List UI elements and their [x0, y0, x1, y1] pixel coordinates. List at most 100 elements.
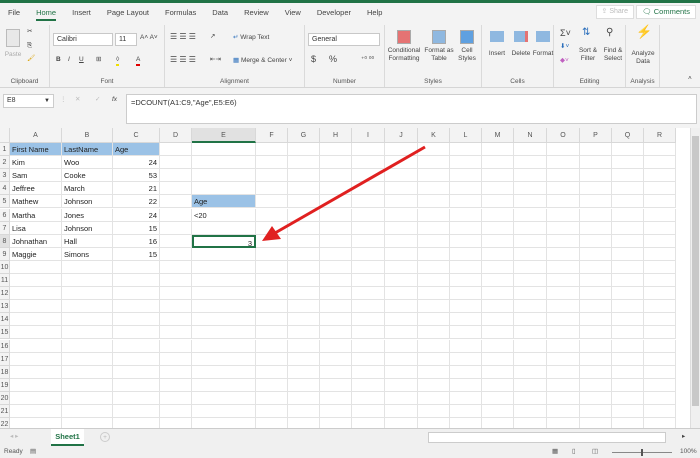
- cell[interactable]: [385, 260, 418, 274]
- paste-button[interactable]: Paste: [3, 51, 23, 59]
- horizontal-align-icons[interactable]: ☰ ☰ ☰: [170, 56, 196, 64]
- cell[interactable]: [644, 247, 676, 261]
- cell[interactable]: [288, 169, 320, 183]
- cell[interactable]: [385, 208, 418, 222]
- cell[interactable]: [10, 287, 62, 301]
- cell[interactable]: [580, 182, 612, 196]
- row-header-16[interactable]: 16: [0, 339, 10, 353]
- sheet-nav-arrows[interactable]: ◂ ▸: [10, 433, 18, 441]
- cell[interactable]: [450, 182, 482, 196]
- menu-tab-help[interactable]: Help: [359, 3, 390, 23]
- cell[interactable]: [385, 195, 418, 209]
- cell[interactable]: [418, 234, 450, 248]
- cell[interactable]: [514, 365, 547, 379]
- bold-button[interactable]: B: [56, 56, 61, 64]
- cell[interactable]: [580, 300, 612, 314]
- wrap-text-button[interactable]: ↵ Wrap Text: [233, 34, 269, 42]
- cell[interactable]: [612, 418, 644, 428]
- column-header-Q[interactable]: Q: [612, 128, 644, 143]
- column-header-F[interactable]: F: [256, 128, 288, 143]
- cell[interactable]: [450, 169, 482, 183]
- cell[interactable]: [160, 313, 192, 327]
- cell[interactable]: [418, 182, 450, 196]
- cell[interactable]: [320, 300, 352, 314]
- cell-B4[interactable]: March: [62, 182, 113, 196]
- cell[interactable]: [62, 260, 113, 274]
- cell[interactable]: [547, 260, 580, 274]
- row-header-18[interactable]: 18: [0, 365, 10, 379]
- clear-icon[interactable]: ◆˅: [560, 57, 569, 65]
- cell[interactable]: [482, 247, 514, 261]
- cell-A2[interactable]: Kim: [10, 156, 62, 170]
- cell[interactable]: [113, 365, 160, 379]
- cell-C6[interactable]: 24: [113, 208, 160, 222]
- cell-C2[interactable]: 24: [113, 156, 160, 170]
- cell[interactable]: [352, 274, 385, 288]
- cell[interactable]: [580, 234, 612, 248]
- cell[interactable]: [450, 391, 482, 405]
- cell[interactable]: [450, 326, 482, 340]
- cell[interactable]: [288, 247, 320, 261]
- cell[interactable]: [160, 260, 192, 274]
- cell[interactable]: [644, 300, 676, 314]
- cell[interactable]: [160, 378, 192, 392]
- scroll-right-icon[interactable]: ▸: [682, 433, 685, 441]
- cell[interactable]: [612, 313, 644, 327]
- cell[interactable]: [160, 247, 192, 261]
- cell[interactable]: [580, 195, 612, 209]
- cell[interactable]: [580, 378, 612, 392]
- column-header-N[interactable]: N: [514, 128, 547, 143]
- cell[interactable]: [320, 143, 352, 157]
- cell[interactable]: [352, 169, 385, 183]
- cell[interactable]: [514, 313, 547, 327]
- cell[interactable]: [256, 195, 288, 209]
- format-button[interactable]: Format: [532, 50, 554, 58]
- cell[interactable]: [288, 260, 320, 274]
- cell[interactable]: [385, 247, 418, 261]
- page-break-view-icon[interactable]: ◫: [592, 447, 598, 455]
- cell[interactable]: [580, 143, 612, 157]
- cell-B2[interactable]: Woo: [62, 156, 113, 170]
- cell[interactable]: [547, 234, 580, 248]
- cell[interactable]: [612, 326, 644, 340]
- cell[interactable]: [514, 208, 547, 222]
- cell[interactable]: [644, 182, 676, 196]
- autosum-icon[interactable]: Σ˅: [560, 29, 571, 38]
- cell-A6[interactable]: Martha: [10, 208, 62, 222]
- cell[interactable]: [514, 339, 547, 353]
- cell[interactable]: [352, 378, 385, 392]
- cell[interactable]: [256, 182, 288, 196]
- cell[interactable]: [160, 234, 192, 248]
- cell[interactable]: [10, 339, 62, 353]
- cell[interactable]: [288, 143, 320, 157]
- menu-tab-formulas[interactable]: Formulas: [157, 3, 204, 23]
- cell[interactable]: [192, 260, 256, 274]
- cell[interactable]: [450, 208, 482, 222]
- cell[interactable]: [352, 352, 385, 366]
- cell[interactable]: [160, 156, 192, 170]
- cell[interactable]: [450, 313, 482, 327]
- cell[interactable]: [482, 182, 514, 196]
- cell[interactable]: [62, 378, 113, 392]
- cell[interactable]: [113, 405, 160, 419]
- cell[interactable]: [482, 418, 514, 428]
- add-sheet-icon[interactable]: +: [100, 432, 110, 442]
- cell[interactable]: [256, 208, 288, 222]
- cell[interactable]: [320, 391, 352, 405]
- cell[interactable]: [644, 156, 676, 170]
- cell[interactable]: [256, 143, 288, 157]
- cell[interactable]: [482, 234, 514, 248]
- cell[interactable]: [288, 326, 320, 340]
- cell[interactable]: [256, 405, 288, 419]
- cell[interactable]: [418, 313, 450, 327]
- cell-A8[interactable]: Johnathan: [10, 234, 62, 248]
- cell[interactable]: [352, 391, 385, 405]
- cell[interactable]: [256, 287, 288, 301]
- delete-button[interactable]: Delete: [509, 50, 533, 58]
- cell[interactable]: [320, 247, 352, 261]
- cell[interactable]: [612, 339, 644, 353]
- cell[interactable]: [113, 274, 160, 288]
- cell-C1[interactable]: Age: [113, 143, 160, 157]
- cell[interactable]: [644, 365, 676, 379]
- cell[interactable]: [192, 143, 256, 157]
